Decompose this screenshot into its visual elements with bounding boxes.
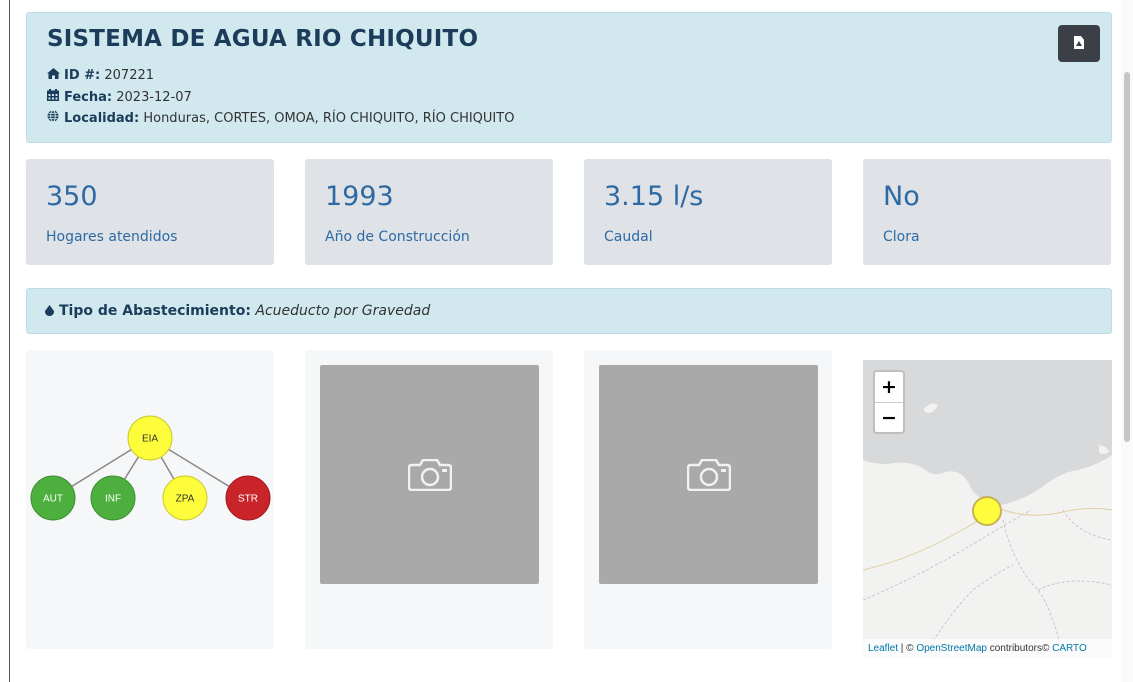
- system-location-marker[interactable]: [972, 496, 1002, 526]
- carto-link[interactable]: CARTO: [1052, 643, 1087, 654]
- osm-link[interactable]: OpenStreetMap: [916, 643, 987, 654]
- map-attribution: Leaflet | © OpenStreetMap contributors© …: [863, 639, 1112, 658]
- location-map[interactable]: + − Leaflet | © OpenStreetMap contributo…: [863, 360, 1112, 658]
- stat-chlorination: No Clora: [863, 159, 1111, 265]
- calendar-icon: [47, 89, 61, 104]
- stat-households: 350 Hogares atendidos: [26, 159, 274, 265]
- file-pdf-icon: [1074, 36, 1084, 49]
- scrollbar-thumb[interactable]: [1124, 72, 1130, 442]
- page-scrollbar[interactable]: [1121, 0, 1133, 682]
- home-icon: [47, 68, 61, 82]
- photo-placeholder[interactable]: [320, 365, 539, 584]
- system-header: SISTEMA DE AGUA RIO CHIQUITO ID #: 20722…: [26, 12, 1112, 143]
- node-label-eia: EIA: [142, 434, 158, 445]
- households-value: 350: [46, 181, 98, 212]
- location-value: Honduras, CORTES, OMOA, RÍO CHIQUITO, RÍ…: [143, 111, 515, 126]
- zoom-control: + −: [873, 370, 905, 434]
- node-label-zpa: ZPA: [176, 494, 195, 505]
- supply-type-alert: Tipo de Abastecimiento: Acueducto por Gr…: [26, 288, 1112, 334]
- photo-panel-1: [305, 350, 553, 649]
- flow-label: Caudal: [604, 229, 653, 245]
- evaluation-diagram-panel: EIA AUT INF ZPA STR: [26, 350, 274, 649]
- globe-icon: [47, 110, 61, 125]
- water-drop-icon: [45, 305, 54, 316]
- stat-construction-year: 1993 Año de Construcción: [305, 159, 553, 265]
- zoom-in-button[interactable]: +: [875, 372, 903, 402]
- node-label-inf: INF: [105, 494, 121, 505]
- leaflet-link[interactable]: Leaflet: [868, 643, 898, 654]
- location-line: Localidad: Honduras, CORTES, OMOA, RÍO C…: [47, 110, 514, 126]
- photo-placeholder[interactable]: [599, 365, 818, 584]
- stat-flow: 3.15 l/s Caudal: [584, 159, 832, 265]
- page-title: SISTEMA DE AGUA RIO CHIQUITO: [47, 26, 479, 52]
- chlorination-label: Clora: [883, 229, 920, 245]
- photo-panel-2: [584, 350, 832, 649]
- date-line: Fecha: 2023-12-07: [47, 89, 192, 105]
- construction-year-value: 1993: [325, 181, 394, 212]
- date-value: 2023-12-07: [116, 90, 192, 105]
- evaluation-tree-diagram: EIA AUT INF ZPA STR: [30, 415, 271, 521]
- node-label-aut: AUT: [43, 494, 63, 505]
- supply-type: Tipo de Abastecimiento: Acueducto por Gr…: [45, 303, 430, 319]
- page-left-border: [9, 0, 10, 682]
- flow-value: 3.15 l/s: [604, 181, 704, 212]
- construction-year-label: Año de Construcción: [325, 229, 470, 245]
- supply-type-value: Acueducto por Gravedad: [255, 303, 431, 319]
- node-label-str: STR: [238, 494, 258, 505]
- download-pdf-button[interactable]: [1058, 25, 1100, 62]
- camera-icon: [408, 459, 452, 491]
- households-label: Hogares atendidos: [46, 229, 178, 245]
- system-id: 207221: [104, 68, 155, 83]
- camera-icon: [687, 459, 731, 491]
- zoom-out-button[interactable]: −: [875, 402, 903, 432]
- id-line: ID #: 207221: [47, 68, 154, 83]
- chlorination-value: No: [883, 181, 920, 212]
